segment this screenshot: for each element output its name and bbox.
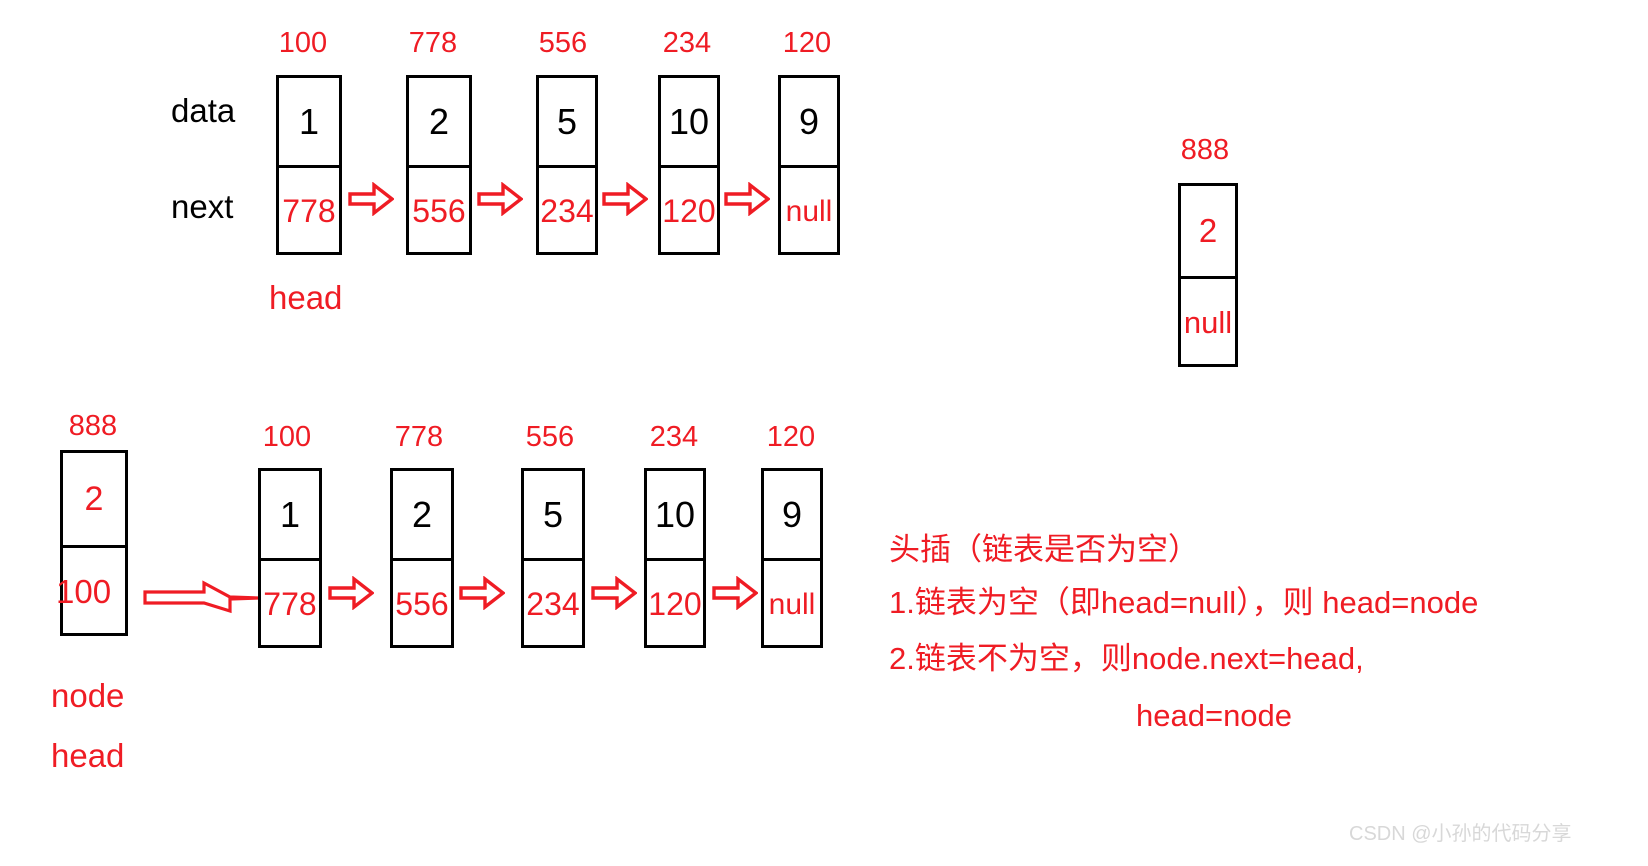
note-line-2: 1.链表为空（即head=null），则 head=node [889,585,1479,620]
node-data-cell: 2 [409,78,469,168]
node-next-cell: 100 [56,573,112,610]
node-address: 888 [68,410,118,442]
list-node: 9 null [761,468,823,648]
list-node: 2 556 [406,75,472,255]
node-data-cell: 2 [393,471,451,561]
arrow-right-icon [328,575,375,611]
head-pointer-label: head [269,279,343,316]
inserted-node: 2 100 [56,450,128,636]
node-address: 556 [525,421,575,453]
list-node: 5 234 [521,468,585,648]
new-node: 2 null [1178,183,1238,367]
arrow-right-icon [477,181,524,217]
arrow-right-icon [712,575,759,611]
label-data: data [171,92,236,129]
new-node-address: 888 [1180,134,1230,166]
arrow-long-right-icon [142,578,260,618]
arrow-right-icon [348,181,395,217]
node-address: 234 [662,27,712,59]
node-data-cell: 10 [661,78,717,168]
node-next-cell: 120 [648,586,702,622]
list-node: 9 null [778,75,840,255]
note-line-4: head=node [1136,698,1293,733]
node-data-cell: 1 [279,78,339,168]
arrow-right-icon [459,575,506,611]
list-node: 2 556 [390,468,454,648]
node-next-cell: 778 [263,586,317,622]
node-next-cell: 120 [662,193,716,229]
list-node: 5 234 [536,75,598,255]
node-next-cell: null [768,587,816,621]
node-address: 778 [394,421,444,453]
csdn-watermark: CSDN @小孙的代码分享 [1349,823,1572,845]
node-data-cell: 9 [781,78,837,168]
new-node-next-cell: null [1183,305,1233,340]
list-node: 1 778 [276,75,342,255]
node-next-cell: 234 [540,193,594,229]
note-line-1: 头插（链表是否为空） [889,532,1199,567]
node-address: 100 [278,27,328,59]
label-next: next [171,188,234,225]
node-data-cell: 9 [764,471,820,561]
list-node: 10 120 [644,468,706,648]
node-data-cell: 5 [524,471,582,561]
list-node: 10 120 [658,75,720,255]
arrow-right-icon [724,181,771,217]
node-next-cell: null [785,194,833,228]
diagram-canvas: data next 100 1 778 778 2 556 556 5 234 … [0,0,1648,866]
node-data-cell: 2 [63,453,125,548]
arrow-right-icon [591,575,638,611]
arrow-right-icon [602,181,649,217]
node-data-cell: 5 [539,78,595,168]
node-address: 120 [782,27,832,59]
head-pointer-label: head [51,737,125,774]
node-data-cell: 10 [647,471,703,561]
node-data-cell: 1 [261,471,319,561]
node-next-cell: 556 [412,193,466,229]
new-node-data-cell: 2 [1181,186,1235,279]
node-address: 120 [766,421,816,453]
node-pointer-label: node [51,677,125,714]
node-address: 556 [538,27,588,59]
list-node: 1 778 [258,468,322,648]
node-next-cell: 556 [395,586,449,622]
node-address: 778 [408,27,458,59]
node-address: 234 [649,421,699,453]
node-next-cell: 234 [526,586,580,622]
node-address: 100 [262,421,312,453]
node-next-cell: 778 [282,193,336,229]
note-line-3: 2.链表不为空，则node.next=head, [889,641,1364,676]
